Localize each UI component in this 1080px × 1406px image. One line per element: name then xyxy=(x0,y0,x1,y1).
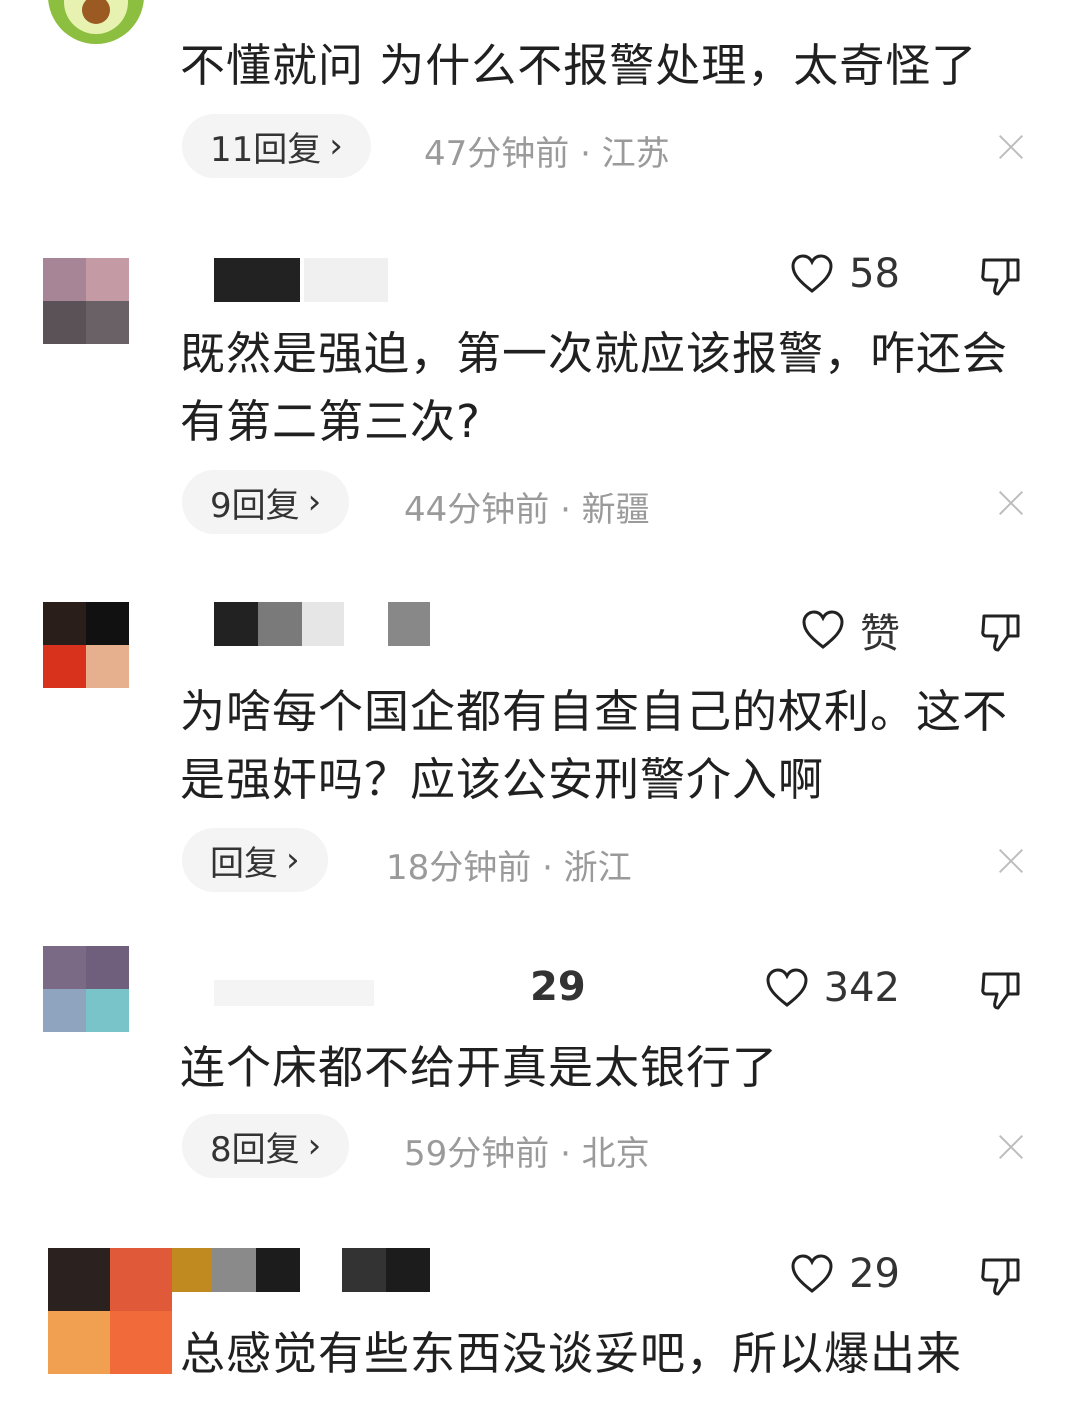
chevron-right-icon: › xyxy=(286,840,300,880)
redaction-block xyxy=(304,258,388,302)
close-icon[interactable] xyxy=(998,1134,1024,1160)
reply-label: 回复 xyxy=(210,843,278,884)
reply-button[interactable]: 9回复 › xyxy=(182,470,350,534)
avatar-pixel xyxy=(86,602,129,645)
reply-button[interactable]: 8回复 › xyxy=(182,1114,350,1178)
thumbs-down-icon xyxy=(981,1258,1020,1296)
close-icon[interactable] xyxy=(998,490,1024,516)
avatar-pixel xyxy=(43,258,86,301)
avatar[interactable] xyxy=(43,258,129,344)
dislike-button[interactable] xyxy=(978,966,1024,1012)
redaction-block xyxy=(256,1248,300,1292)
redaction-block xyxy=(172,1248,212,1292)
heart-outline-icon xyxy=(791,1254,833,1293)
like-button[interactable]: 58 xyxy=(789,250,900,298)
avatar-pixel xyxy=(43,645,86,688)
redaction-block xyxy=(214,980,374,1006)
avatar[interactable] xyxy=(48,1248,172,1374)
reply-button[interactable]: 11回复 › xyxy=(182,114,371,178)
reply-label: 9回复 xyxy=(210,485,300,526)
close-icon[interactable] xyxy=(998,848,1024,874)
reply-label: 11回复 xyxy=(210,129,322,170)
comment-text: 连个床都不给开真是太银行了 xyxy=(180,1041,779,1094)
username-redacted xyxy=(172,1248,432,1292)
heart-outline-icon xyxy=(791,254,833,293)
heart-outline-icon xyxy=(766,968,808,1007)
redaction-block xyxy=(258,602,302,646)
avatar[interactable] xyxy=(43,602,129,688)
username[interactable]: 29 xyxy=(530,964,586,1010)
username-redacted xyxy=(214,258,394,302)
avatar-pixel xyxy=(86,946,129,989)
thumbs-down-icon xyxy=(981,258,1020,296)
avatar-pixel xyxy=(110,1311,172,1374)
chevron-right-icon: › xyxy=(307,482,322,522)
comment-list: 不懂就问 为什么不报警处理，太奇怪了 11回复 › 47分钟前 · 江苏 58 xyxy=(0,0,1080,1406)
comment-meta: 59分钟前 · 北京 xyxy=(404,1134,650,1174)
dislike-button[interactable] xyxy=(978,608,1024,654)
avatar-pixel xyxy=(110,1248,172,1311)
reply-label: 8回复 xyxy=(210,1129,300,1170)
redaction-block xyxy=(386,1248,430,1292)
like-count: 29 xyxy=(849,1251,900,1297)
avatar[interactable] xyxy=(48,0,144,44)
redaction-block xyxy=(212,1248,256,1292)
like-button[interactable]: 赞 xyxy=(800,606,900,657)
close-icon[interactable] xyxy=(998,134,1024,160)
redaction-block xyxy=(388,602,430,646)
avatar-pixel xyxy=(43,946,86,989)
comment-text: 不懂就问 为什么不报警处理，太奇怪了 xyxy=(180,39,978,92)
like-count: 58 xyxy=(849,251,900,297)
like-count: 342 xyxy=(823,965,900,1011)
chevron-right-icon: › xyxy=(329,126,343,166)
username-redacted xyxy=(214,602,434,646)
thumbs-down-icon xyxy=(981,972,1020,1010)
thumbs-down-icon xyxy=(981,614,1020,652)
like-button[interactable]: 342 xyxy=(764,964,900,1012)
avatar-pixel xyxy=(48,1311,110,1374)
dislike-button[interactable] xyxy=(978,252,1024,298)
avatar-pixel xyxy=(48,1248,110,1311)
redaction-block xyxy=(342,1248,386,1292)
avatar[interactable] xyxy=(43,946,129,1032)
like-count: 赞 xyxy=(860,611,900,657)
comment-meta: 44分钟前 · 新疆 xyxy=(404,490,650,530)
avatar-pit xyxy=(82,0,110,24)
avatar-pixel xyxy=(86,258,129,301)
avatar-pixel xyxy=(86,989,129,1032)
like-button[interactable]: 29 xyxy=(789,1250,900,1298)
redaction-block xyxy=(214,602,258,646)
avatar-pixel xyxy=(43,301,86,344)
chevron-right-icon: › xyxy=(307,1126,322,1166)
avatar-pixel xyxy=(86,645,129,688)
avatar-pixel xyxy=(43,989,86,1032)
avatar-flesh xyxy=(64,0,128,34)
avatar-pixel xyxy=(43,602,86,645)
heart-outline-icon xyxy=(802,610,844,649)
comment-text: 总感觉有些东西没谈妥吧，所以爆出来 xyxy=(180,1327,963,1380)
avatar-pixel xyxy=(86,301,129,344)
comment-meta: 18分钟前 · 浙江 xyxy=(386,848,632,888)
comment-text: 既然是强迫，第一次就应该报警，咋还会有第二第三次? xyxy=(180,327,1009,448)
username-redacted xyxy=(214,972,394,1016)
redaction-block xyxy=(302,602,344,646)
redaction-block xyxy=(214,258,300,302)
comment-text: 为啥每个国企都有自查自己的权利。这不是强奸吗？应该公安刑警介入啊 xyxy=(180,685,1009,806)
dislike-button[interactable] xyxy=(978,1252,1024,1298)
reply-button[interactable]: 回复 › xyxy=(182,828,328,892)
comment-meta: 47分钟前 · 江苏 xyxy=(424,134,670,174)
